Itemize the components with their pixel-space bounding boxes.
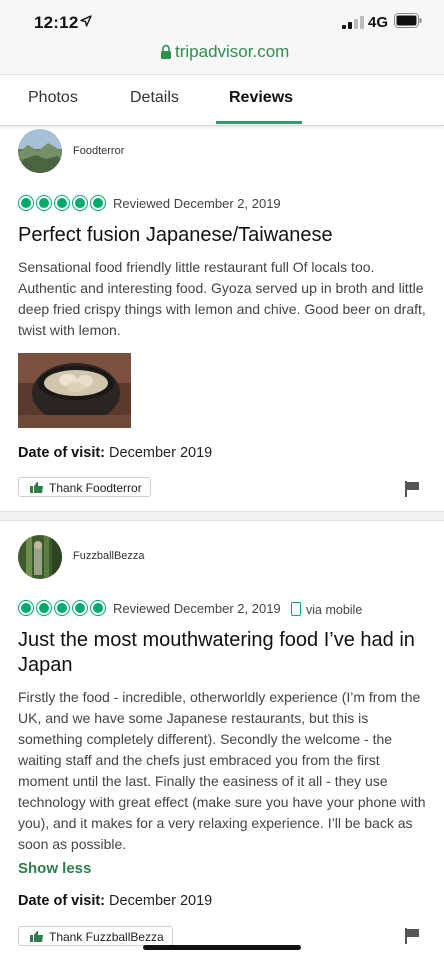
thank-button-label: Thank FuzzballBezza [49,930,164,944]
date-of-visit: Date of visit: December 2019 [18,445,212,461]
reviewer-name[interactable]: Foodterror [73,145,124,157]
location-arrow-icon [80,15,92,27]
date-of-visit-label: Date of visit: [18,445,106,461]
thumbs-up-icon [30,482,43,493]
review-title[interactable]: Perfect fusion Japanese/Taiwanese [18,223,428,248]
thank-button[interactable]: Thank FuzzballBezza [18,926,173,946]
via-mobile: via mobile [291,602,362,617]
review-date: Reviewed December 2, 2019 [113,196,281,211]
reviewer-name[interactable]: FuzzballBezza [73,550,145,562]
rating-bubbles [18,195,106,213]
signal-icon [342,16,364,29]
report-flag-icon[interactable] [404,481,420,497]
rating-bubbles [18,600,106,618]
rating-bubble-icon [90,600,106,616]
review-divider [0,511,444,521]
review-card: Foodterror Reviewed December 2, 2019 Per… [0,126,444,511]
review-date: Reviewed December 2, 2019 [113,601,281,616]
rating-bubble-icon [18,600,34,616]
status-time: 12:12 [34,13,79,32]
browser-url-bar[interactable]: tripadvisor.com [0,42,444,75]
tab-reviews[interactable]: Reviews [229,89,293,107]
tab-photos[interactable]: Photos [28,89,78,107]
tab-bar: Photos Details Reviews [0,75,444,126]
thank-button-label: Thank Foodterror [49,481,142,495]
date-of-visit-value: December 2019 [109,893,213,909]
rating-bubble-icon [18,195,34,211]
show-less-link[interactable]: Show less [18,860,91,877]
active-tab-indicator [216,121,302,124]
avatar[interactable] [18,129,62,173]
url-text: tripadvisor.com [175,42,290,61]
network-type: 4G [368,14,389,31]
home-indicator[interactable] [143,945,301,950]
rating-bubble-icon [72,600,88,616]
date-of-visit-value: December 2019 [109,445,213,461]
status-bar: 12:12 4G [0,0,444,44]
lock-icon [161,44,171,59]
date-of-visit-label: Date of visit: [18,893,106,909]
thumbs-up-icon [30,931,43,942]
thank-button[interactable]: Thank Foodterror [18,477,151,497]
mobile-phone-icon [291,602,301,616]
date-of-visit: Date of visit: December 2019 [18,893,212,909]
review-photo[interactable] [18,353,131,428]
rating-bubble-icon [36,600,52,616]
review-title[interactable]: Just the most mouthwatering food I’ve ha… [18,628,428,678]
rating-bubble-icon [36,195,52,211]
rating-bubble-icon [72,195,88,211]
rating-bubble-icon [54,195,70,211]
report-flag-icon[interactable] [404,928,420,944]
review-body: Sensational food friendly little restaur… [18,259,426,338]
avatar[interactable] [18,535,62,579]
rating-bubble-icon [54,600,70,616]
via-mobile-label: via mobile [306,603,363,617]
review-body: Firstly the food - incredible, otherworl… [18,689,426,852]
review-card: FuzzballBezza Reviewed December 2, 2019 … [0,530,444,960]
tab-details[interactable]: Details [130,89,179,107]
battery-icon [394,13,422,28]
rating-bubble-icon [90,195,106,211]
